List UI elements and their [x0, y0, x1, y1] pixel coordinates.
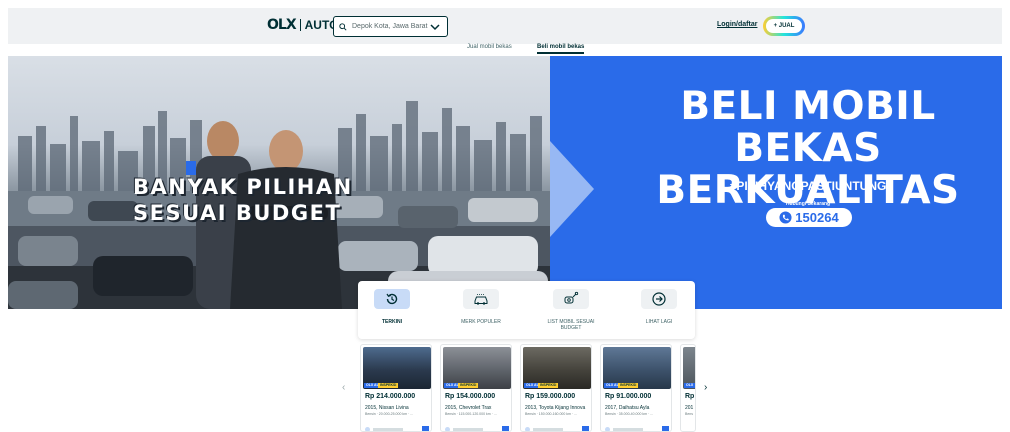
- inspection-badge: INSPEKSI: [458, 383, 479, 388]
- listing-footer: [365, 426, 429, 431]
- listing-footer: [445, 426, 509, 431]
- listing-price: Rp 159.000.000: [525, 393, 576, 400]
- inspection-badge: INSPEKSI: [378, 383, 399, 388]
- location-icon: [605, 426, 610, 431]
- caption-line-1: BANYAK PILIHAN: [133, 175, 353, 199]
- listing-title: 2015, Chevrolet Trax: [445, 405, 492, 411]
- listing-title: 2015, Nissan Livina: [365, 405, 409, 411]
- tab-jual-mobil-bekas[interactable]: Jual mobil bekas: [467, 44, 512, 50]
- location-selector[interactable]: Depok Kota, Jawa Barat: [333, 16, 448, 37]
- inspection-badge: INSPEKSI: [618, 383, 639, 388]
- carousel-prev-icon[interactable]: ‹: [342, 382, 345, 393]
- listing-title: 201: [685, 405, 694, 411]
- olx-autos-badge: OLX: [684, 383, 695, 388]
- listing-footer: [525, 426, 589, 431]
- olx-autos-page: OLX AUTOS Depok Kota, Jawa Barat Login/d…: [0, 0, 1010, 432]
- brand-mark: OLX: [267, 17, 297, 33]
- car-icon: [463, 289, 499, 309]
- banner-arrow-shape: [550, 141, 594, 237]
- banner-hashtag: #PILIHYANGPASTIUNTUNG: [729, 179, 887, 193]
- listing-meta: Bensin · 115.000-120.000 km · ...: [445, 412, 497, 416]
- category-label: LIST MOBIL SESUAI BUDGET: [547, 319, 595, 331]
- listing-location-placeholder: [533, 427, 563, 431]
- favorite-icon[interactable]: [662, 426, 669, 431]
- listing-location-placeholder: [373, 427, 403, 431]
- listing-price: Rp 91.000.000: [605, 393, 652, 400]
- banner-photo-caption: BANYAK PILIHAN SESUAI BUDGET: [133, 174, 353, 226]
- listing-price: Rp 214.000.000: [365, 393, 416, 400]
- category-card: TERKINI MERK POPULER LIST MOBIL SESUAI B…: [358, 281, 695, 339]
- arrow-right-circle-icon: [641, 289, 677, 309]
- listing-card[interactable]: OLX AUTOS INSPEKSI Rp 214.000.000 2015, …: [360, 344, 432, 432]
- listing-card[interactable]: OLX AUTOS INSPEKSI Rp 159.000.000 2013, …: [520, 344, 592, 432]
- listing-title: 2017, Daihatsu Ayla: [605, 405, 650, 411]
- carousel-next-icon[interactable]: ›: [704, 382, 707, 393]
- listing-meta: Bensin · 20.000-25.000 km · ...: [365, 412, 414, 416]
- search-icon: [339, 22, 347, 31]
- top-header: OLX AUTOS Depok Kota, Jawa Barat Login/d…: [8, 8, 1002, 44]
- phone-icon: [779, 211, 792, 224]
- listing-card[interactable]: OLX AUTOS INSPEKSI Rp 91.000.000 2017, D…: [600, 344, 672, 432]
- listing-meta: Bensin · 35.000-40.000 km · ...: [605, 412, 654, 416]
- history-icon: [374, 289, 410, 309]
- phone-number: 150264: [795, 210, 839, 225]
- location-icon: [525, 426, 530, 431]
- listings-carousel: ‹ OLX AUTOS INSPEKSI Rp 214.000.000 2015…: [340, 344, 720, 432]
- location-value: Depok Kota, Jawa Barat: [352, 23, 428, 30]
- caption-line-2: SESUAI BUDGET: [133, 201, 342, 225]
- logo-divider: [299, 19, 301, 31]
- login-link[interactable]: Login/daftar: [717, 21, 757, 28]
- listing-location-placeholder: [453, 427, 483, 431]
- location-icon: [445, 426, 450, 431]
- chevron-down-icon: [430, 24, 440, 31]
- banner-headline: BELI MOBIL BEKAS BERKUALITAS: [618, 86, 998, 212]
- tab-beli-mobil-bekas[interactable]: Beli mobil bekas: [537, 44, 585, 54]
- favorite-icon[interactable]: [502, 426, 509, 431]
- contact-label: Hubungi Sekarang: [785, 201, 831, 207]
- listing-card-partial[interactable]: OLX Rp 201 Bens: [680, 344, 696, 432]
- favorite-icon[interactable]: [582, 426, 589, 431]
- category-list-mobil-sesuai-budget[interactable]: LIST MOBIL SESUAI BUDGET: [541, 289, 601, 331]
- hero-banner[interactable]: BANYAK PILIHAN SESUAI BUDGET BELI MOBIL …: [8, 56, 1002, 309]
- phone-number-pill[interactable]: 150264: [766, 208, 852, 227]
- listing-footer: [605, 426, 669, 431]
- listing-title: 2013, Toyota Kijang Innova: [525, 405, 586, 411]
- category-merk-populer[interactable]: MERK POPULER: [451, 289, 511, 325]
- category-label: LIHAT LAGI: [645, 319, 673, 325]
- car-key-icon: [553, 289, 589, 309]
- banner-photo: BANYAK PILIHAN SESUAI BUDGET: [8, 56, 550, 309]
- sell-button[interactable]: + JUAL: [763, 16, 805, 36]
- listing-location-placeholder: [613, 427, 643, 431]
- favorite-icon[interactable]: [422, 426, 429, 431]
- listing-price: Rp: [685, 393, 695, 400]
- location-icon: [365, 426, 370, 431]
- category-label: TERKINI: [382, 319, 402, 325]
- headline-line-1: BELI MOBIL BEKAS: [680, 84, 936, 171]
- listing-meta: Bensin · 150.000-160.000 km · ...: [525, 412, 577, 416]
- category-label: MERK POPULER: [461, 319, 501, 325]
- category-lihat-lagi[interactable]: LIHAT LAGI: [629, 289, 689, 325]
- inspection-badge: INSPEKSI: [538, 383, 559, 388]
- listing-price: Rp 154.000.000: [445, 393, 496, 400]
- listing-meta: Bens: [685, 412, 693, 416]
- listing-card[interactable]: OLX AUTOS INSPEKSI Rp 154.000.000 2015, …: [440, 344, 512, 432]
- category-terkini[interactable]: TERKINI: [362, 289, 422, 325]
